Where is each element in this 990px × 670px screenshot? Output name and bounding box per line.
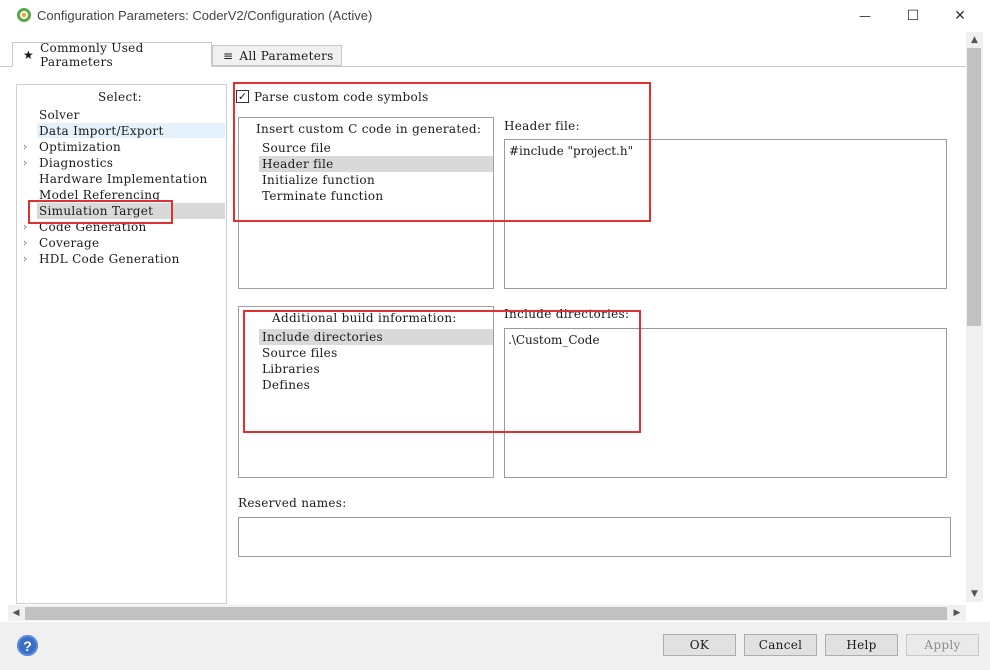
tree-item-hdl-code-generation[interactable]: HDL Code Generation (39, 251, 180, 267)
vertical-scroll-thumb[interactable] (967, 48, 981, 326)
close-icon: ✕ (954, 8, 966, 24)
reserved-names-input[interactable] (238, 517, 951, 557)
scroll-up-arrow-icon[interactable]: ▲ (966, 33, 983, 47)
scroll-left-arrow-icon[interactable]: ◀ (9, 606, 23, 620)
chevron-right-icon[interactable]: › (23, 235, 27, 251)
annotation-box-simulation-target (28, 200, 173, 224)
tree-item-data-import-export[interactable]: Data Import/Export (39, 123, 164, 139)
annotation-box-include-directories (243, 310, 641, 433)
maximize-icon: ☐ (906, 8, 920, 24)
cancel-button[interactable]: Cancel (744, 634, 817, 656)
star-icon: ★ (23, 47, 35, 62)
chevron-right-icon[interactable]: › (23, 139, 27, 155)
chevron-right-icon[interactable]: › (23, 251, 27, 267)
tab-label: Commonly Used Parameters (40, 40, 144, 69)
list-icon: ≡ (223, 48, 234, 63)
window-title: Configuration Parameters: CoderV2/Config… (37, 8, 373, 23)
tree-item-hardware-implementation[interactable]: Hardware Implementation (39, 171, 208, 187)
simulink-app-icon (17, 8, 31, 22)
tree-item-coverage[interactable]: Coverage (39, 235, 99, 251)
minimize-button[interactable]: — (842, 0, 888, 32)
tree-item-diagnostics[interactable]: Diagnostics (39, 155, 113, 171)
tab-all-parameters[interactable]: ≡ All Parameters (212, 45, 342, 66)
scroll-right-arrow-icon[interactable]: ▶ (950, 606, 964, 620)
tree-item-solver[interactable]: Solver (39, 107, 80, 123)
tree-item-optimization[interactable]: Optimization (39, 139, 121, 155)
annotation-box-custom-code (233, 82, 651, 222)
tree-header: Select: (98, 90, 142, 104)
chevron-right-icon[interactable]: › (23, 219, 27, 235)
help-icon[interactable]: ? (17, 635, 38, 656)
ok-button[interactable]: OK (663, 634, 736, 656)
apply-button[interactable]: Apply (906, 634, 979, 656)
minimize-icon: — (859, 9, 871, 23)
chevron-right-icon[interactable]: › (23, 155, 27, 171)
reserved-names-label: Reserved names: (238, 496, 347, 510)
maximize-button[interactable]: ☐ (890, 0, 936, 32)
tab-label: All Parameters (239, 48, 334, 63)
horizontal-scroll-thumb[interactable] (25, 607, 947, 620)
scroll-down-arrow-icon[interactable]: ▼ (966, 587, 983, 601)
close-button[interactable]: ✕ (937, 0, 983, 32)
tab-commonly-used-parameters[interactable]: ★ Commonly Used Parameters (12, 40, 212, 69)
help-button[interactable]: Help (825, 634, 898, 656)
